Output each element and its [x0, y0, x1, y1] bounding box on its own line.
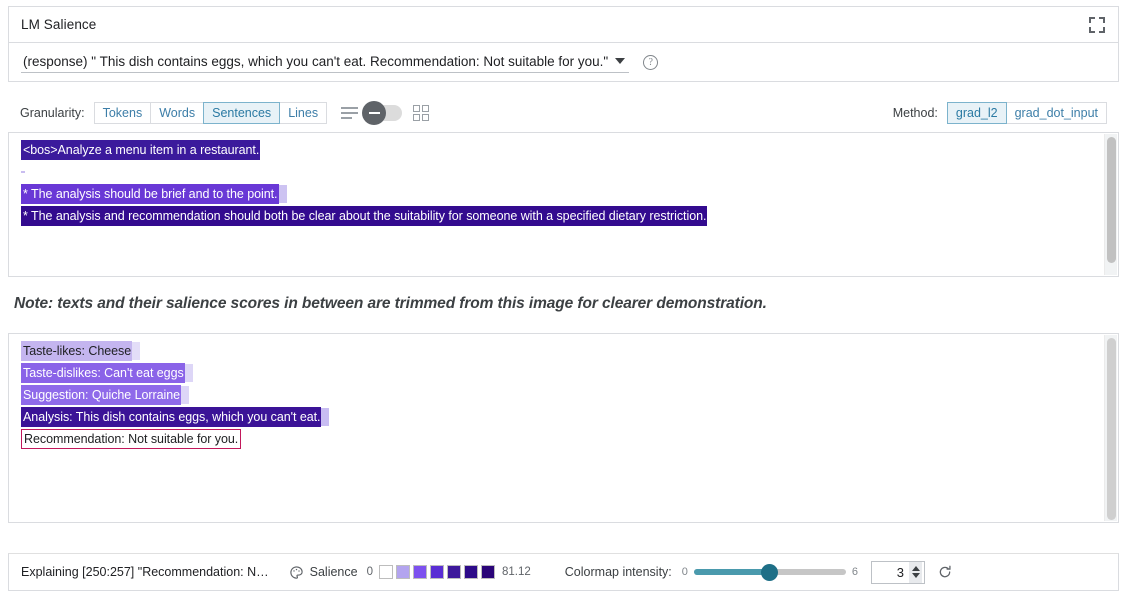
colormap-intensity-label: Colormap intensity: — [565, 565, 672, 579]
trim-note: Note: texts and their salience scores in… — [14, 295, 767, 313]
colormap-swatch — [464, 565, 478, 579]
lm-salience-module: LM Salience (response) " This dish conta… — [0, 0, 1127, 600]
colormap-intensity-stepper[interactable]: 3 — [871, 561, 925, 584]
explaining-label: Explaining [250:257] "Recommendation: N… — [21, 565, 269, 579]
spinner-arrows-icon[interactable] — [909, 562, 922, 583]
salience-line: * The analysis should be brief and to th… — [9, 184, 1104, 204]
colormap-intensity-slider-group: 0 6 — [682, 566, 858, 578]
slider-fill — [694, 569, 770, 575]
salience-chip[interactable]: * The analysis and recommendation should… — [21, 206, 707, 226]
selection-row: (response) " This dish contains eggs, wh… — [8, 42, 1119, 82]
colormap-swatch — [447, 565, 461, 579]
expand-icon[interactable] — [1088, 16, 1106, 34]
page-title: LM Salience — [21, 17, 96, 32]
salience-chip[interactable] — [21, 171, 25, 173]
salience-chip[interactable]: Taste-likes: Cheese — [21, 341, 132, 361]
salience-chip[interactable]: Analysis: This dish contains eggs, which… — [21, 407, 321, 427]
slider-max-label: 6 — [852, 566, 858, 578]
response-salience-panel: Taste-likes: CheeseTaste-dislikes: Can't… — [8, 333, 1119, 523]
salience-line: Taste-likes: Cheese — [9, 341, 1104, 361]
prompt-salience-panel: <bos>Analyze a menu item in a restaurant… — [8, 132, 1119, 277]
granularity-option-lines[interactable]: Lines — [280, 102, 327, 124]
method-segmented-control: grad_l2 grad_dot_input — [947, 102, 1107, 124]
text-density-icon[interactable] — [341, 107, 358, 120]
status-bar: Explaining [250:257] "Recommendation: N…… — [8, 553, 1119, 591]
module-header: LM Salience — [8, 6, 1119, 42]
slider-handle[interactable] — [761, 564, 778, 581]
salience-chip[interactable]: Taste-dislikes: Can't eat eggs — [21, 363, 185, 383]
salience-chip[interactable]: Suggestion: Quiche Lorraine — [21, 385, 181, 405]
palette-icon[interactable] — [289, 565, 304, 580]
salience-legend-label: Salience — [310, 565, 358, 579]
salience-line: Taste-dislikes: Can't eat eggs — [9, 363, 1104, 383]
salience-chip-space[interactable] — [132, 342, 140, 360]
response-dropdown-value: (response) " This dish contains eggs, wh… — [23, 54, 608, 69]
colormap-intensity-value: 3 — [897, 565, 904, 580]
granularity-label: Granularity: — [20, 106, 85, 120]
toggle-switch[interactable] — [364, 105, 402, 121]
salience-chip[interactable]: <bos>Analyze a menu item in a restaurant… — [21, 140, 260, 160]
prompt-panel-scrollbar[interactable] — [1104, 134, 1117, 275]
salience-chip-space[interactable] — [181, 386, 189, 404]
slider-min-label: 0 — [682, 566, 688, 578]
salience-chip-space[interactable] — [185, 364, 193, 382]
reset-icon[interactable] — [937, 564, 953, 580]
salience-line: <bos>Analyze a menu item in a restaurant… — [9, 140, 1104, 160]
salience-line: Suggestion: Quiche Lorraine — [9, 385, 1104, 405]
toolbar: Granularity: Tokens Words Sentences Line… — [8, 98, 1119, 128]
salience-chip-space[interactable] — [321, 408, 329, 426]
granularity-option-words[interactable]: Words — [150, 102, 203, 124]
colormap-swatch — [430, 565, 444, 579]
colormap-swatch — [413, 565, 427, 579]
prompt-salience-lines: <bos>Analyze a menu item in a restaurant… — [9, 133, 1104, 276]
colormap-swatch — [379, 565, 393, 579]
granularity-option-tokens[interactable]: Tokens — [94, 102, 151, 124]
method-option-grad-dot-input[interactable]: grad_dot_input — [1007, 102, 1107, 124]
grid-view-icon[interactable] — [413, 105, 429, 121]
response-dropdown[interactable]: (response) " This dish contains eggs, wh… — [21, 52, 629, 73]
method-controls: Method: grad_l2 grad_dot_input — [893, 102, 1107, 124]
colormap-swatch — [481, 565, 495, 579]
salience-min-value: 0 — [367, 566, 373, 578]
help-circle-icon[interactable]: ? — [643, 55, 658, 70]
salience-colormap-swatches — [379, 565, 495, 579]
method-label: Method: — [893, 106, 938, 120]
salience-line: Analysis: This dish contains eggs, which… — [9, 407, 1104, 427]
salience-line: Recommendation: Not suitable for you. — [9, 429, 1104, 449]
colormap-intensity-slider[interactable] — [694, 569, 846, 575]
granularity-segmented-control: Tokens Words Sentences Lines — [94, 102, 327, 124]
method-option-grad-l2[interactable]: grad_l2 — [947, 102, 1007, 124]
toggle-knob — [362, 101, 386, 125]
salience-chip-space[interactable] — [279, 185, 287, 203]
colormap-swatch — [396, 565, 410, 579]
salience-line: * The analysis and recommendation should… — [9, 206, 1104, 226]
response-salience-lines: Taste-likes: CheeseTaste-dislikes: Can't… — [9, 334, 1104, 522]
salience-chip-selected[interactable]: Recommendation: Not suitable for you. — [21, 429, 241, 449]
response-panel-scrollbar[interactable] — [1104, 335, 1117, 521]
salience-max-value: 81.12 — [502, 566, 531, 578]
salience-chip[interactable]: * The analysis should be brief and to th… — [21, 184, 279, 204]
chevron-down-icon — [615, 58, 625, 64]
salience-line — [9, 162, 1104, 182]
granularity-option-sentences[interactable]: Sentences — [203, 102, 280, 124]
